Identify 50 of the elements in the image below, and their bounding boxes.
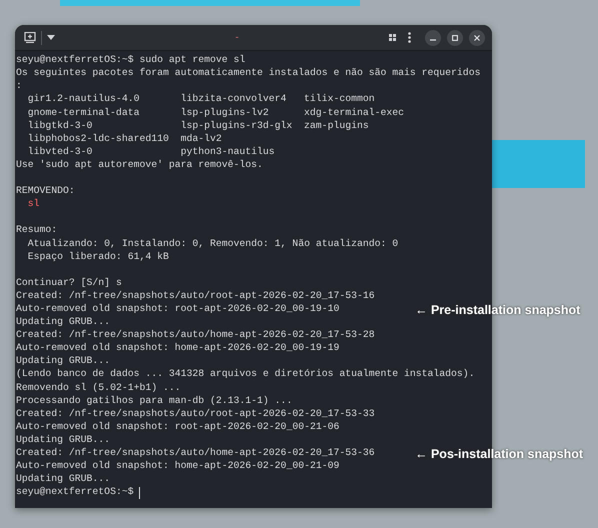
new-tab-icon[interactable] <box>24 32 36 43</box>
package-name: gir1.2-nautilus-4.0 <box>28 92 140 106</box>
output-line: Removendo sl (5.02-1+b1) ... <box>16 380 181 395</box>
output-line: Continuar? [S/n] s <box>16 276 122 290</box>
output-line: Auto-removed old snapshot: root-apt-2026-02-20_00-19-10 <box>16 302 340 316</box>
package-name: libzita-convolver4 <box>180 92 288 106</box>
maximize-button[interactable] <box>447 30 463 46</box>
package-name: xdg-terminal-exec <box>304 106 404 120</box>
output-line: : <box>16 79 22 94</box>
package-name: libgtkd-3-0 <box>28 118 94 133</box>
output-line: Processando gatilhos para man-db (2.13.1-1) ... <box>16 394 292 408</box>
output-line: Created: /nf-tree/snapshots/auto/home-apt-2026-02-20_17-53-36 <box>16 446 375 460</box>
output-line: Created: /nf-tree/snapshots/auto/root-apt-2026-02-20_17-53-33 <box>16 406 375 421</box>
output-line: Atualizando: 0, Instalando: 0, Removendo: 1, Não atualizando: 0 <box>28 236 398 251</box>
package-name: gnome-terminal-data <box>28 106 140 120</box>
output-line: Resumo: <box>16 223 58 238</box>
output-line: Updating GRUB... <box>16 354 110 368</box>
prompt-text: seyu@nextferretOS:~$ <box>16 53 134 68</box>
package-name: lsp-plugins-lv2 <box>180 106 270 120</box>
grid-icon[interactable] <box>389 34 396 41</box>
removed-package: sl <box>28 197 40 212</box>
minimize-button[interactable] <box>425 30 441 46</box>
output-line: Auto-removed old snapshot: home-apt-2026-02-20_00-19-19 <box>16 341 340 356</box>
tab-indicator: - <box>235 31 239 45</box>
output-line: Updating GRUB... <box>16 432 110 447</box>
output-line: Updating GRUB... <box>16 472 110 486</box>
output-line: Auto-removed old snapshot: home-apt-2026-02-20_00-21-09 <box>16 459 340 474</box>
output-line: Use 'sudo apt autoremove' para removê-los. <box>16 158 263 172</box>
output-line: Os seguintes pacotes foram automaticamente instalados e não são mais requeridos <box>16 66 480 80</box>
package-name: mda-lv2 <box>180 132 223 146</box>
package-name: zam-plugins <box>304 118 369 133</box>
command-text: sudo apt remove sl <box>139 53 246 68</box>
output-line: Auto-removed old snapshot: root-apt-2026-02-20_00-21-06 <box>16 420 340 434</box>
close-button[interactable] <box>469 30 485 46</box>
output-line: (Lendo banco de dados ... 341328 arquivos e diretórios atualmente instalados). <box>16 367 475 382</box>
output-line: REMOVENDO: <box>16 184 75 198</box>
output-line: Created: /nf-tree/snapshots/auto/home-apt-2026-02-20_17-53-28 <box>16 328 375 342</box>
menu-icon[interactable] <box>408 32 411 43</box>
output-line: Updating GRUB... <box>16 315 110 330</box>
package-name: python3-nautilus <box>180 144 276 159</box>
maximize-icon <box>452 34 458 40</box>
package-name: tilix-common <box>304 92 375 106</box>
caret-icon[interactable] <box>47 35 55 40</box>
package-name: libvted-3-0 <box>28 144 94 159</box>
package-name: lsp-plugins-r3d-glx <box>180 118 294 133</box>
close-icon <box>474 34 480 40</box>
prompt-text: seyu@nextferretOS:~$ <box>16 485 134 500</box>
output-line: Espaço liberado: 61,4 kB <box>28 250 169 264</box>
package-name: libphobos2-ldc-shared110 <box>28 132 170 146</box>
output-line: Created: /nf-tree/snapshots/auto/root-apt-2026-02-20_17-53-16 <box>16 288 375 303</box>
